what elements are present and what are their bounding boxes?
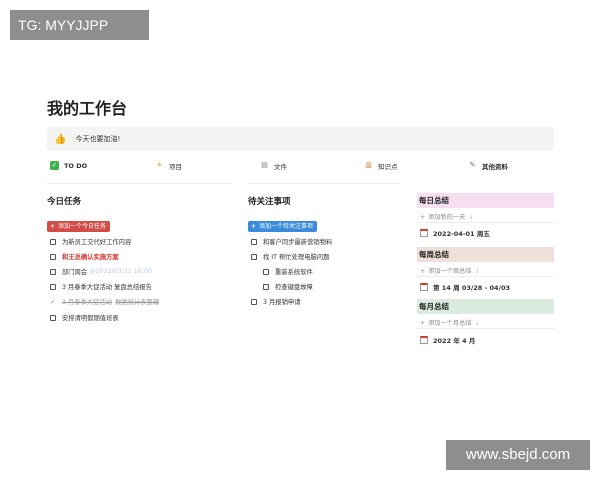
- todo-text: 检查键盘故障: [275, 284, 313, 291]
- plus-icon: +: [50, 223, 56, 230]
- watermark-bottom-right: www.sbejd.com: [446, 440, 590, 470]
- divider: [47, 183, 232, 184]
- todo-text: 找 IT 帮忙处理电脑问题: [263, 254, 330, 261]
- daily-summary-entry[interactable]: 2022-04-01 周五: [420, 228, 490, 238]
- link-knowledge-label: 知识点: [378, 162, 398, 171]
- add-weekly-summary-button[interactable]: + 添加一个周总结 ↓: [420, 266, 480, 275]
- todo-item[interactable]: 和王总确认实施方案: [50, 252, 119, 261]
- checkbox-icon[interactable]: [50, 283, 56, 290]
- page-title: 我的工作台: [47, 99, 128, 118]
- calendar-icon: [420, 283, 428, 291]
- todo-text: 为新员工交代好工作内容: [62, 239, 132, 246]
- todo-subitem[interactable]: 重装系统软件: [263, 267, 313, 276]
- checkbox-icon[interactable]: [50, 314, 56, 321]
- todo-item-done[interactable]: ✓ 3 月春季大促活动 数据统计表整理: [50, 297, 160, 307]
- todo-text-extra: 数据统计表整理: [115, 299, 160, 306]
- monthly-summary-entry[interactable]: 2022 年 4 月: [420, 335, 475, 345]
- calendar-icon: [420, 229, 428, 237]
- todo-item[interactable]: 为新员工交代好工作内容: [50, 237, 131, 246]
- add-weekly-summary-label: 添加一个周总结: [428, 268, 472, 275]
- add-today-task-label: 添加一个今日任务: [58, 223, 107, 230]
- daily-summary-entry-text: 2022-04-01 周五: [433, 230, 490, 238]
- checkbox-icon[interactable]: [251, 253, 257, 260]
- todo-item[interactable]: 找 IT 帮忙处理电脑问题: [251, 252, 329, 261]
- monthly-summary-entry-text: 2022 年 4 月: [433, 337, 476, 345]
- checkbox-icon[interactable]: [50, 253, 56, 260]
- link-todo[interactable]: ✓ TO DO: [47, 158, 132, 173]
- divider: [417, 276, 554, 277]
- add-monthly-summary-label: 添加一个月总结: [428, 320, 472, 327]
- checkbox-icon: ✓: [50, 161, 59, 170]
- link-files[interactable]: ▤ 文件: [257, 158, 343, 173]
- daily-summary-header[interactable]: 每日总结: [417, 193, 554, 208]
- link-knowledge[interactable]: ▥ 知识点: [361, 158, 447, 173]
- weekly-summary-entry-text: 第 14 周 03/28 - 04/03: [433, 284, 510, 292]
- todo-subitem[interactable]: 检查键盘故障: [263, 282, 313, 291]
- weekly-summary-entry[interactable]: 第 14 周 03/28 - 04/03: [420, 282, 510, 292]
- todo-item[interactable]: 部门周会 @2022/03/31 16:00: [50, 267, 152, 276]
- todo-item[interactable]: 3 月报销申请: [251, 297, 301, 306]
- add-daily-summary-label: 添加新的一天: [428, 214, 466, 221]
- add-daily-summary-button[interactable]: + 添加新的一天 ↓: [420, 212, 474, 221]
- category-links: ✓ TO DO ☀ 项目 ▤ 文件 ▥ 知识点 ✎ 其他资料: [47, 158, 554, 173]
- add-watch-item-button[interactable]: + 添加一个待关注事项: [248, 221, 318, 232]
- plus-icon: +: [420, 214, 426, 221]
- arrow-down-icon: ↓: [474, 320, 480, 327]
- checkbox-icon[interactable]: [50, 268, 56, 275]
- callout-text: 今天也要加油!: [75, 135, 121, 143]
- add-watch-item-label: 添加一个待关注事项: [259, 223, 314, 230]
- thumbs-up-icon: 👍: [54, 133, 67, 145]
- add-today-task-button[interactable]: + 添加一个今日任务: [47, 221, 111, 232]
- notepad-icon: ✎: [469, 161, 476, 169]
- todo-text: 重装系统软件: [275, 269, 313, 276]
- callout: 👍 今天也要加油!: [47, 127, 554, 151]
- checkbox-icon[interactable]: [251, 238, 257, 245]
- arrow-down-icon: ↓: [468, 214, 474, 221]
- link-other[interactable]: ✎ 其他资料: [465, 158, 554, 173]
- add-monthly-summary-button[interactable]: + 添加一个月总结 ↓: [420, 318, 480, 327]
- watermark-top-left: TG: MYYJJPP: [10, 10, 149, 40]
- arrow-down-icon: ↓: [474, 268, 480, 275]
- todo-text: 和王总确认实施方案: [62, 254, 119, 261]
- link-files-label: 文件: [274, 162, 287, 171]
- todo-text: 3 月春季大促活动 复盘总结报告: [62, 284, 152, 291]
- calendar-icon: [420, 336, 428, 344]
- workspace-page: TG: MYYJJPP 我的工作台 👍 今天也要加油! ✓ TO DO ☀ 项目…: [0, 0, 600, 480]
- divider: [417, 222, 554, 223]
- watch-heading: 待关注事项: [248, 197, 291, 207]
- divider: [417, 328, 554, 329]
- plus-icon: +: [251, 223, 257, 230]
- checkbox-icon[interactable]: [251, 298, 257, 305]
- link-todo-label: TO DO: [64, 161, 88, 170]
- todo-text: 安排清明假期值班表: [62, 315, 119, 322]
- checkbox-icon[interactable]: [263, 268, 269, 275]
- todo-item[interactable]: 3 月春季大促活动 复盘总结报告: [50, 282, 152, 291]
- checkbox-icon[interactable]: [263, 283, 269, 290]
- document-icon: ▤: [261, 161, 268, 169]
- today-heading: 今日任务: [47, 197, 82, 207]
- sun-icon: ☀: [156, 161, 163, 169]
- todo-text: 3 月报销申请: [263, 299, 301, 306]
- todo-text: 和客户同步最新营销物料: [263, 239, 333, 246]
- book-icon: ▥: [365, 161, 372, 169]
- divider: [248, 183, 400, 184]
- todo-item[interactable]: 和客户同步最新营销物料: [251, 237, 332, 246]
- weekly-summary-header[interactable]: 每周总结: [417, 247, 554, 262]
- todo-text: 3 月春季大促活动: [62, 299, 113, 306]
- link-other-label: 其他资料: [482, 162, 508, 171]
- link-projects-label: 项目: [169, 162, 182, 171]
- checkbox-icon[interactable]: [50, 238, 56, 245]
- plus-icon: +: [420, 320, 426, 327]
- todo-item[interactable]: 安排清明假期值班表: [50, 313, 119, 322]
- date-mention[interactable]: @2022/03/31 16:00: [89, 268, 152, 275]
- todo-text: 部门周会: [62, 269, 88, 276]
- link-projects[interactable]: ☀ 项目: [152, 158, 238, 173]
- plus-icon: +: [420, 268, 426, 275]
- check-icon[interactable]: ✓: [50, 298, 56, 306]
- monthly-summary-header[interactable]: 每月总结: [417, 299, 554, 314]
